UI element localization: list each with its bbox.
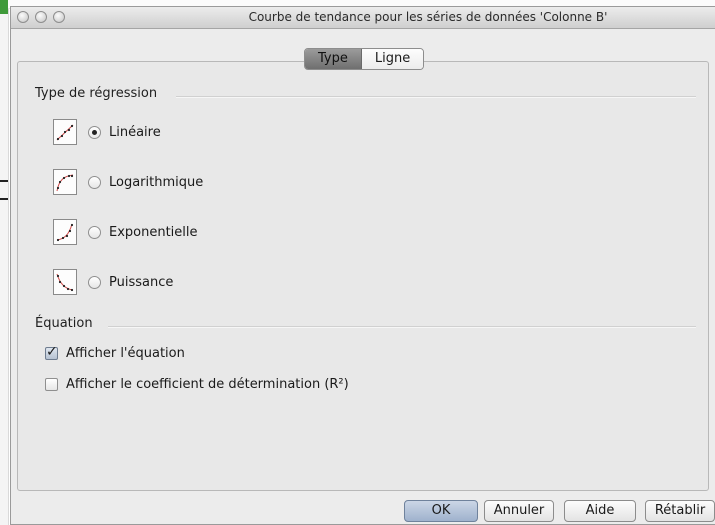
exponential-radio[interactable] <box>88 225 101 239</box>
exponential-label: Exponentielle <box>109 224 198 240</box>
section-divider <box>108 326 696 328</box>
linear-label: Linéaire <box>109 124 161 140</box>
logarithmic-label: Logarithmique <box>109 174 204 190</box>
regression-option-exponential[interactable]: Exponentielle <box>53 218 198 246</box>
minimize-window-button[interactable] <box>35 11 47 23</box>
help-button[interactable]: Aide <box>564 500 636 522</box>
logarithmic-radio[interactable] <box>88 175 101 189</box>
exponential-trend-icon <box>53 219 77 245</box>
logarithmic-trend-icon <box>53 169 77 195</box>
show-equation-label: Afficher l'équation <box>66 345 185 361</box>
spreadsheet-marker <box>0 198 8 200</box>
trendline-dialog: Courbe de tendance pour les séries de do… <box>10 6 715 525</box>
checkmark-icon: ✓ <box>46 343 58 360</box>
window-title: Courbe de tendance pour les séries de do… <box>248 10 608 24</box>
linear-radio[interactable] <box>88 125 101 139</box>
show-r2-label: Afficher le coefficient de détermination… <box>66 376 349 392</box>
power-label: Puissance <box>109 274 174 290</box>
power-radio[interactable] <box>88 275 101 289</box>
show-r2-checkbox[interactable] <box>45 377 58 391</box>
close-window-button[interactable] <box>17 11 29 23</box>
reset-button[interactable]: Rétablir <box>645 500 715 522</box>
title-bar[interactable]: Courbe de tendance pour les séries de do… <box>11 7 715 29</box>
power-trend-icon <box>53 269 77 295</box>
tab-content-panel: Type de régression Linéaire Logarithmiqu… <box>17 61 709 491</box>
spreadsheet-background-edge <box>0 0 9 525</box>
show-equation-option[interactable]: ✓ Afficher l'équation <box>45 344 185 362</box>
zoom-window-button[interactable] <box>53 11 65 23</box>
section-divider <box>176 96 696 98</box>
regression-option-linear[interactable]: Linéaire <box>53 118 161 146</box>
regression-option-logarithmic[interactable]: Logarithmique <box>53 168 203 196</box>
tab-type[interactable]: Type <box>305 49 362 69</box>
regression-type-heading: Type de régression <box>35 86 158 101</box>
spreadsheet-marker <box>0 180 8 182</box>
show-equation-checkbox[interactable]: ✓ <box>45 343 58 360</box>
show-r2-option[interactable]: Afficher le coefficient de détermination… <box>45 375 349 393</box>
tab-line[interactable]: Ligne <box>361 49 424 69</box>
equation-heading: Équation <box>35 316 93 331</box>
ok-button[interactable]: OK <box>404 500 478 522</box>
linear-trend-icon <box>53 119 77 145</box>
tab-bar: Type Ligne <box>304 48 425 70</box>
spreadsheet-cell-highlight <box>0 0 8 14</box>
regression-option-power[interactable]: Puissance <box>53 268 173 296</box>
cancel-button[interactable]: Annuler <box>484 500 554 522</box>
